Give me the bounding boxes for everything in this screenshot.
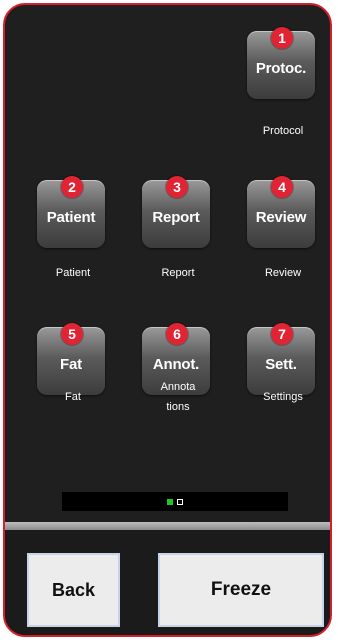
device-screen: Protoc. 1 Protocol Patient 2 Patient Rep… bbox=[3, 3, 332, 637]
app-protocol: Protoc. 1 Protocol bbox=[247, 27, 319, 151]
badge-2: 2 bbox=[61, 176, 83, 198]
review-caption: Review bbox=[264, 267, 302, 279]
fat-caption: Fat bbox=[65, 391, 81, 403]
patient-button-label: Patient bbox=[46, 208, 96, 226]
app-fat: Fat 5 Fat bbox=[37, 323, 109, 447]
annotations-button-label: Annot. bbox=[152, 355, 200, 373]
page-dot-inactive[interactable] bbox=[177, 498, 183, 505]
badge-3: 3 bbox=[166, 176, 188, 198]
bottom-bar: Back Freeze bbox=[5, 530, 330, 635]
patient-caption: Patient bbox=[55, 267, 91, 279]
app-annotations: Annot. 6 Annota tions bbox=[142, 323, 214, 447]
report-button-label: Report bbox=[152, 208, 200, 226]
annotations-caption-line1: Annota bbox=[160, 381, 196, 393]
settings-caption: Settings bbox=[263, 391, 303, 403]
report-caption: Report bbox=[161, 267, 195, 279]
freeze-button[interactable]: Freeze bbox=[158, 553, 324, 627]
badge-4: 4 bbox=[271, 176, 293, 198]
page-indicator bbox=[62, 492, 288, 511]
badge-5: 5 bbox=[61, 323, 83, 345]
badge-1: 1 bbox=[271, 27, 293, 49]
divider bbox=[5, 522, 330, 530]
app-grid: Protoc. 1 Protocol Patient 2 Patient Rep… bbox=[5, 5, 330, 525]
app-review: Review 4 Review bbox=[247, 176, 319, 300]
fat-button-label: Fat bbox=[60, 355, 82, 373]
badge-6: 6 bbox=[166, 323, 188, 345]
review-button-label: Review bbox=[255, 208, 307, 226]
app-report: Report 3 Report bbox=[142, 176, 214, 300]
app-settings: Sett. 7 Settings bbox=[247, 323, 319, 447]
protocol-button-label: Protoc. bbox=[255, 59, 307, 77]
protocol-caption: Protocol bbox=[262, 125, 304, 137]
annotations-caption-line2: tions bbox=[166, 401, 190, 413]
badge-7: 7 bbox=[271, 323, 293, 345]
app-patient: Patient 2 Patient bbox=[37, 176, 109, 300]
back-button[interactable]: Back bbox=[27, 553, 120, 627]
settings-button-label: Sett. bbox=[265, 355, 297, 373]
page-dot-active[interactable] bbox=[167, 498, 173, 505]
